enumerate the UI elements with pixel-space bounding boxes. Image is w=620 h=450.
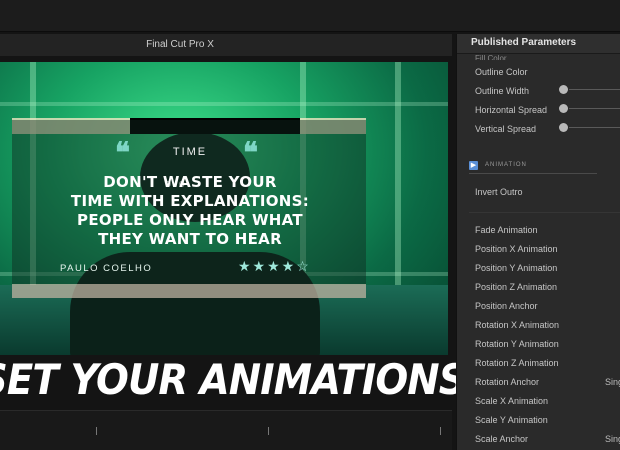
quote-close-icon: ❝ xyxy=(243,136,259,169)
quote-author: PAULO COELHO xyxy=(60,263,153,274)
outline-width-slider-knob[interactable] xyxy=(559,85,568,94)
param-horizontal-spread[interactable]: Horizontal Spread xyxy=(475,105,547,115)
promo-banner-text: SET YOUR ANIMATIONS xyxy=(0,355,467,404)
param-scale-x-animation[interactable]: Scale X Animation xyxy=(475,396,548,406)
vertical-spread-slider-track[interactable] xyxy=(569,127,620,128)
quote-line-2: TIME WITH EXPLANATIONS: xyxy=(70,192,310,210)
param-scale-anchor[interactable]: Scale Anchor xyxy=(475,434,528,444)
param-rotation-z-animation[interactable]: Rotation Z Animation xyxy=(475,358,559,368)
section-label: ANIMATION xyxy=(485,162,527,168)
param-outline-width[interactable]: Outline Width xyxy=(475,86,529,96)
disclosure-triangle-icon[interactable]: ▶ xyxy=(469,161,478,170)
param-position-anchor[interactable]: Position Anchor xyxy=(475,301,538,311)
app-toolbar xyxy=(0,0,620,32)
param-scale-y-animation[interactable]: Scale Y Animation xyxy=(475,415,548,425)
param-divider xyxy=(469,212,620,213)
quote-line-1: DON'T WASTE YOUR xyxy=(103,173,277,191)
viewer-title: Final Cut Pro X xyxy=(146,39,214,50)
vertical-spread-slider-knob[interactable] xyxy=(559,123,568,132)
param-invert-outro[interactable]: Invert Outro xyxy=(475,187,523,197)
panel-title: Published Parameters xyxy=(471,37,577,48)
scale-anchor-value[interactable]: Sing xyxy=(605,434,620,444)
param-outline-color[interactable]: Outline Color xyxy=(475,67,528,77)
timeline-tick xyxy=(268,427,269,435)
param-fade-animation[interactable]: Fade Animation xyxy=(475,225,538,235)
quote-open-icon: ❝ xyxy=(115,136,131,169)
section-divider xyxy=(469,173,597,174)
published-parameters-panel: Published Parameters Fill Color Outline … xyxy=(456,34,620,450)
timeline-tick xyxy=(440,427,441,435)
param-cut-off-label: Fill Color xyxy=(475,54,507,60)
param-rotation-anchor[interactable]: Rotation Anchor xyxy=(475,377,539,387)
horizontal-spread-slider-knob[interactable] xyxy=(559,104,568,113)
panel-header: Published Parameters xyxy=(457,34,620,54)
star-rating: ★★★★☆ xyxy=(238,258,311,274)
horizontal-spread-slider-track[interactable] xyxy=(569,108,620,109)
title-card-bottom-bar xyxy=(12,284,366,298)
param-position-y-animation[interactable]: Position Y Animation xyxy=(475,263,557,273)
title-card-tag: TIME xyxy=(172,146,208,158)
quote-line-4: THEY WANT TO HEAR xyxy=(98,230,282,248)
background-rail xyxy=(0,102,448,106)
quote-line-3: PEOPLE ONLY HEAR WHAT xyxy=(77,211,303,229)
param-rotation-y-animation[interactable]: Rotation Y Animation xyxy=(475,339,559,349)
timeline[interactable] xyxy=(0,410,452,450)
param-rotation-x-animation[interactable]: Rotation X Animation xyxy=(475,320,559,330)
param-vertical-spread[interactable]: Vertical Spread xyxy=(475,124,536,134)
param-position-z-animation[interactable]: Position Z Animation xyxy=(475,282,557,292)
outline-width-slider-track[interactable] xyxy=(569,89,620,90)
timeline-tick xyxy=(96,427,97,435)
viewer-header: Final Cut Pro X xyxy=(0,34,452,56)
param-position-x-animation[interactable]: Position X Animation xyxy=(475,244,558,254)
rotation-anchor-value[interactable]: Sing xyxy=(605,377,620,387)
